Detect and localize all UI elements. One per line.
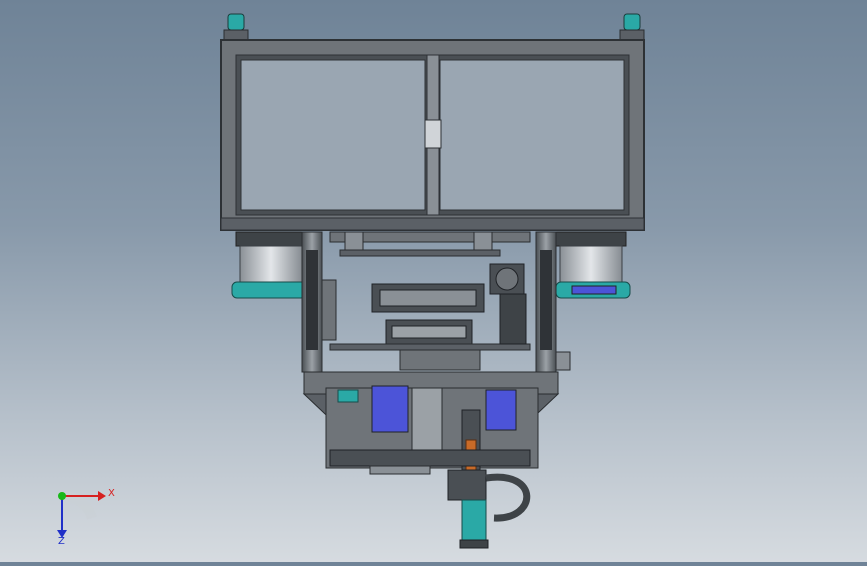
door-handle	[424, 119, 442, 149]
axis-triad-graphic	[57, 491, 106, 538]
enclosure-frame	[220, 39, 645, 231]
z-axis-label: Z	[58, 536, 65, 547]
lower-carriage	[302, 371, 560, 481]
cad-viewport[interactable]: X Z	[0, 0, 867, 562]
column-left	[301, 231, 337, 373]
coordinate-triad: X Z	[40, 478, 130, 548]
top-mount-left	[223, 13, 249, 41]
y-axis-dot-icon	[58, 492, 66, 500]
machine-assembly-model[interactable]	[0, 0, 867, 562]
drum-unit-left	[231, 231, 307, 299]
x-axis-arrow-icon	[98, 491, 106, 501]
motor-gearbox	[489, 263, 527, 345]
x-axis-label: X	[108, 488, 115, 499]
bottom-actuator	[447, 469, 531, 549]
glass-panel-right	[439, 59, 625, 211]
drum-unit-right	[555, 231, 631, 299]
top-mount-right	[619, 13, 645, 41]
glass-panel-left	[240, 59, 426, 211]
